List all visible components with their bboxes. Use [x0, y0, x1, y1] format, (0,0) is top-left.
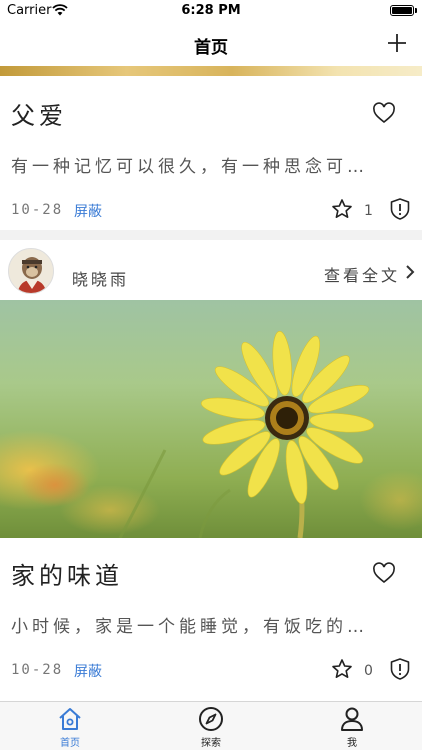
tab-explore[interactable]: 探索 — [141, 702, 281, 750]
article-card[interactable]: 晓晓雨 查看全文 家的味道 小时候，家是一个能睡觉，有饭吃的… 10-28 屏蔽… — [0, 240, 422, 701]
status-time: 6:28 PM — [181, 3, 241, 18]
tab-home-label: 首页 — [60, 738, 80, 749]
article-title[interactable]: 家的味道 — [11, 556, 123, 591]
read-full-text-link[interactable]: 查看全文 — [324, 262, 400, 286]
report-shield-icon[interactable] — [389, 197, 411, 221]
status-bar: Carrier 6:28 PM — [0, 0, 422, 22]
chevron-right-icon[interactable] — [404, 264, 416, 280]
page-title: 首页 — [194, 38, 228, 58]
tab-me[interactable]: 我 — [282, 702, 422, 750]
battery-tip — [415, 8, 417, 13]
flower-photo — [0, 300, 422, 538]
article-excerpt[interactable]: 有一种记忆可以很久，有一种思念可… — [11, 152, 411, 177]
article-title[interactable]: 父爱 — [11, 96, 67, 131]
star-count: 0 — [364, 663, 373, 679]
article-date: 10-28 — [11, 202, 64, 218]
star-count: 1 — [364, 203, 373, 219]
tab-me-label: 我 — [347, 738, 357, 749]
tab-bar: 首页 探索 我 — [0, 701, 422, 750]
report-shield-icon[interactable] — [389, 657, 411, 681]
article-card[interactable]: 父爱 有一种记忆可以很久，有一种思念可… 10-28 屏蔽 1 — [0, 66, 422, 230]
tab-home[interactable]: 首页 — [0, 702, 140, 750]
home-icon — [59, 708, 81, 730]
author-row[interactable]: 晓晓雨 查看全文 — [0, 240, 422, 300]
nav-bar: 首页 — [0, 22, 422, 66]
cover-image[interactable] — [0, 300, 422, 538]
block-button[interactable]: 屏蔽 — [74, 661, 102, 681]
article-date: 10-28 — [11, 662, 64, 678]
compass-icon — [199, 707, 223, 731]
block-button[interactable]: 屏蔽 — [74, 201, 102, 221]
heart-icon[interactable] — [372, 562, 396, 584]
avatar-image — [9, 249, 53, 293]
add-button[interactable] — [386, 32, 408, 54]
article-excerpt[interactable]: 小时候，家是一个能睡觉，有饭吃的… — [11, 612, 411, 637]
heart-icon[interactable] — [372, 102, 396, 124]
avatar[interactable] — [8, 248, 54, 294]
star-icon[interactable] — [331, 198, 353, 220]
cover-image — [0, 66, 422, 76]
author-name[interactable]: 晓晓雨 — [72, 266, 129, 290]
battery-icon — [390, 5, 414, 16]
feed[interactable]: 父爱 有一种记忆可以很久，有一种思念可… 10-28 屏蔽 1 晓晓雨 查看全文… — [0, 66, 422, 701]
user-icon — [341, 707, 363, 731]
star-icon[interactable] — [331, 658, 353, 680]
tab-explore-label: 探索 — [201, 738, 221, 749]
